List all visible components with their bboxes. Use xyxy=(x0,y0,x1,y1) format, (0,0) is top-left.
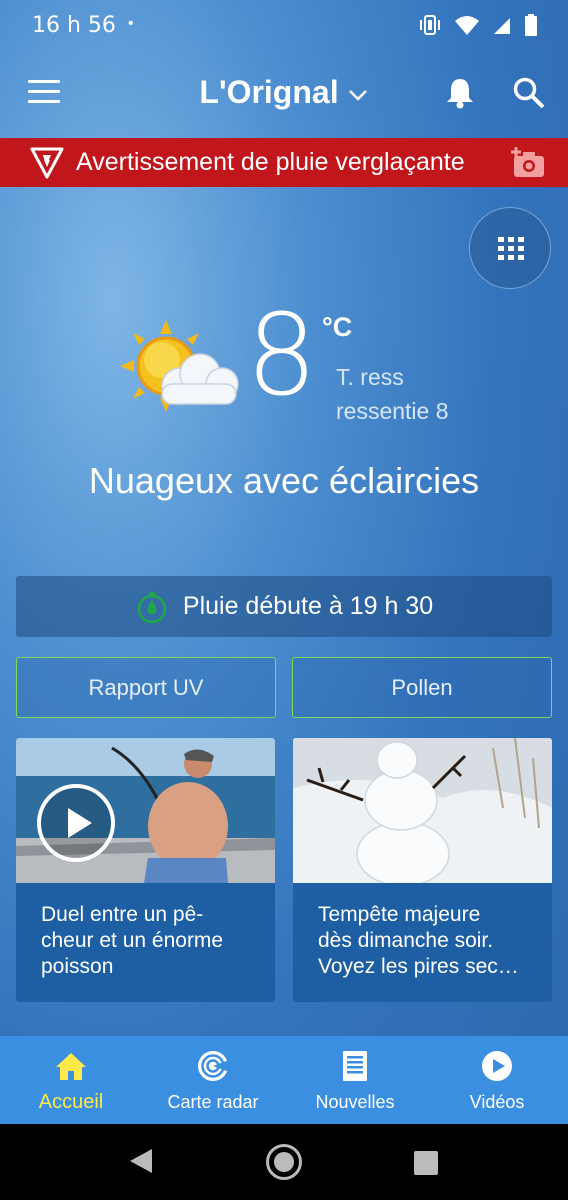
news-icon xyxy=(343,1051,367,1081)
precip-notice-text: Pluie débute à 19 h 30 xyxy=(182,592,434,620)
chevron-down-icon xyxy=(348,89,367,101)
grid-menu-button[interactable] xyxy=(469,207,551,289)
tab-news-label: Nouvelles xyxy=(315,1092,395,1112)
warning-text: Avertissement de pluie verglaçante xyxy=(76,148,465,176)
vibrate-icon xyxy=(420,15,440,35)
battery-icon xyxy=(525,14,537,36)
condition-text: Nuageux avec éclaircies xyxy=(88,460,480,501)
signal-icon xyxy=(494,18,510,34)
temperature-unit: °C xyxy=(322,312,353,342)
status-time: 16 h 56 xyxy=(32,13,116,38)
tab-home[interactable]: Accueil xyxy=(0,1036,142,1124)
tab-radar[interactable]: Carte radar xyxy=(142,1036,284,1124)
status-icons xyxy=(418,13,538,37)
location-selector[interactable]: L'Orignal xyxy=(0,74,568,111)
wifi-icon xyxy=(455,16,479,35)
partly-cloudy-icon xyxy=(120,320,239,412)
pollen-button[interactable]: Pollen xyxy=(292,657,552,718)
feels-like-label: T. ress xyxy=(336,364,404,390)
system-navigation-bar xyxy=(0,1124,568,1200)
precip-timer-icon xyxy=(137,591,167,623)
radar-icon xyxy=(198,1051,229,1081)
current-temperature: 8 xyxy=(246,291,318,421)
uv-report-button[interactable]: Rapport UV xyxy=(16,657,276,718)
news-title: Duel entre un pê- cheur et un énorme poi… xyxy=(41,903,224,978)
search-icon[interactable] xyxy=(512,76,546,110)
weather-warning-banner[interactable]: Avertissement de pluie verglaçante xyxy=(0,138,568,187)
home-button[interactable] xyxy=(266,1144,302,1180)
tab-home-label: Accueil xyxy=(38,1091,104,1113)
bottom-navigation: Accueil Carte radar Nouvelles Vidéos xyxy=(0,1036,568,1124)
news-thumbnail-snowman xyxy=(293,738,552,883)
news-title: Tempête majeure dès dimanche soir. Voyez… xyxy=(318,903,519,978)
tab-radar-label: Carte radar xyxy=(167,1092,259,1112)
back-icon[interactable] xyxy=(128,1147,154,1175)
location-name: L'Orignal xyxy=(199,74,339,110)
tab-videos[interactable]: Vidéos xyxy=(426,1036,568,1124)
bell-icon[interactable] xyxy=(444,76,476,110)
recent-apps-button[interactable] xyxy=(414,1151,438,1175)
notification-dot: • xyxy=(128,15,134,32)
tab-videos-label: Vidéos xyxy=(469,1092,525,1112)
feels-like-value: ressentie 8 xyxy=(336,398,449,424)
status-bar: 16 h 56 • xyxy=(0,0,568,52)
news-card[interactable]: Tempête majeure dès dimanche soir. Voyez… xyxy=(293,738,552,1002)
precip-notice-card[interactable]: Pluie débute à 19 h 30 xyxy=(16,576,552,637)
add-photo-icon[interactable] xyxy=(510,147,546,179)
video-play-icon xyxy=(482,1051,512,1081)
tab-news[interactable]: Nouvelles xyxy=(284,1036,426,1124)
news-card[interactable]: Duel entre un pê- cheur et un énorme poi… xyxy=(16,738,275,1002)
news-thumbnail-fishing xyxy=(16,738,275,883)
app-screen: 16 h 56 • L'Orignal Avertissement de plu… xyxy=(0,0,568,1200)
app-bar: L'Orignal xyxy=(0,58,568,130)
home-icon xyxy=(56,1053,86,1080)
grid-icon xyxy=(498,237,524,260)
warning-icon xyxy=(30,147,64,178)
